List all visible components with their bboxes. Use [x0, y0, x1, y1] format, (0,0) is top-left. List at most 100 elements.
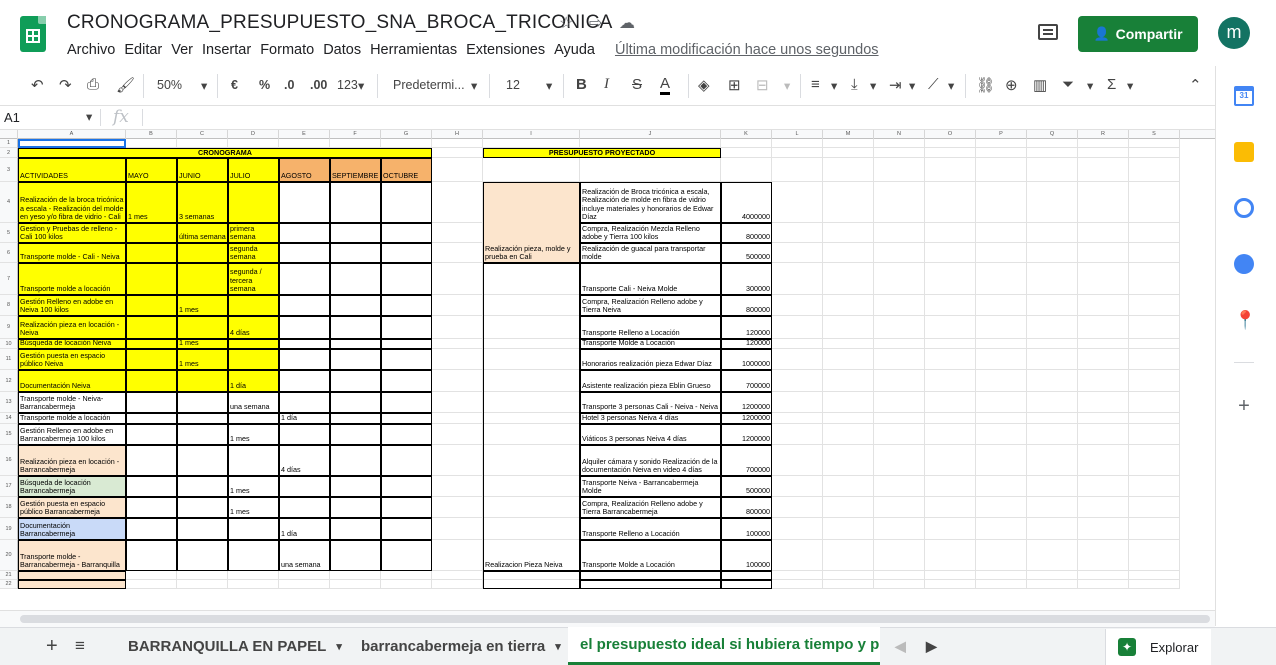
collapse-toolbar-icon[interactable]: ⌃ [1189, 76, 1202, 94]
text-wrap-icon[interactable]: ⇥ [889, 76, 902, 94]
schedule-cell[interactable] [279, 370, 330, 392]
budget-item-value[interactable]: 300000 [721, 263, 772, 295]
activity-cell[interactable]: Transporte molde - Neiva-Barrancabermeja [18, 392, 126, 413]
schedule-cell[interactable] [126, 263, 177, 295]
column-header[interactable]: C [177, 130, 228, 139]
empty-cell[interactable] [1078, 445, 1129, 476]
schedule-cell[interactable] [381, 497, 432, 518]
empty-cell[interactable] [874, 370, 925, 392]
schedule-cell[interactable] [126, 518, 177, 540]
menu-ayuda[interactable]: Ayuda [554, 42, 595, 60]
schedule-cell[interactable] [330, 316, 381, 339]
zoom-select[interactable]: 50% [157, 78, 182, 92]
empty-cell[interactable] [381, 571, 432, 580]
budget-item-value[interactable]: 120000 [721, 339, 772, 349]
zoom-chevron-down-icon[interactable]: ▾ [201, 78, 207, 93]
empty-cell[interactable] [1129, 148, 1180, 158]
budget-item-value[interactable]: 700000 [721, 445, 772, 476]
header-septiembre[interactable]: SEPTIEMBRE [330, 158, 381, 182]
row-header[interactable]: 15 [0, 424, 18, 445]
empty-cell[interactable] [925, 316, 976, 339]
schedule-cell[interactable] [330, 349, 381, 370]
row-header[interactable]: 3 [0, 158, 18, 182]
filter-chevron-down-icon[interactable]: ▾ [1087, 78, 1093, 93]
empty-cell[interactable] [925, 295, 976, 316]
empty-cell[interactable] [1078, 295, 1129, 316]
functions-chevron-down-icon[interactable]: ▾ [1127, 78, 1133, 93]
schedule-cell[interactable] [177, 445, 228, 476]
borders-icon[interactable]: ⊞ [728, 76, 741, 94]
schedule-value[interactable]: 1 día [228, 370, 279, 392]
empty-cell[interactable] [1129, 339, 1180, 349]
empty-cell[interactable] [874, 413, 925, 424]
activity-cell[interactable]: Búsqueda de locación Neiva [18, 339, 126, 349]
empty-cell[interactable] [823, 223, 874, 243]
empty-cell[interactable] [823, 540, 874, 571]
filter-icon[interactable]: ⏷ [1062, 76, 1074, 93]
scroll-tabs-left-icon[interactable]: ◀ [895, 627, 906, 665]
empty-cell[interactable] [432, 476, 483, 497]
schedule-cell[interactable] [126, 497, 177, 518]
row-header[interactable]: 18 [0, 497, 18, 518]
empty-cell[interactable] [823, 476, 874, 497]
header-mayo[interactable]: MAYO [126, 158, 177, 182]
empty-cell[interactable] [925, 148, 976, 158]
schedule-value[interactable]: 4 días [279, 445, 330, 476]
row-header[interactable]: 17 [0, 476, 18, 497]
empty-cell[interactable] [925, 424, 976, 445]
empty-cell[interactable] [1027, 571, 1078, 580]
schedule-cell[interactable] [279, 316, 330, 339]
empty-cell[interactable] [925, 518, 976, 540]
column-header[interactable]: G [381, 130, 432, 139]
last-modified-link[interactable]: Última modificación hace unos segundos [615, 42, 879, 60]
empty-cell[interactable] [432, 370, 483, 392]
schedule-cell[interactable] [330, 445, 381, 476]
empty-cell[interactable] [1027, 182, 1078, 223]
select-all-corner[interactable] [0, 130, 18, 139]
empty-cell[interactable] [772, 316, 823, 339]
schedule-cell[interactable] [279, 349, 330, 370]
schedule-value[interactable]: una semana [228, 392, 279, 413]
text-rotation-icon[interactable]: ⟋ [928, 76, 939, 93]
empty-cell[interactable] [126, 571, 177, 580]
budget-item-value[interactable]: 1000000 [721, 349, 772, 370]
font-family-select[interactable]: Predetermi... [393, 78, 465, 92]
menu-archivo[interactable]: Archivo [67, 42, 115, 60]
schedule-cell[interactable] [279, 392, 330, 413]
contacts-icon[interactable] [1234, 254, 1254, 274]
empty-cell[interactable] [823, 139, 874, 148]
empty-cell[interactable] [1078, 476, 1129, 497]
add-sheet-icon[interactable]: + [46, 627, 58, 665]
empty-cell[interactable] [1027, 392, 1078, 413]
empty-cell[interactable] [976, 158, 1027, 182]
column-header[interactable]: J [580, 130, 721, 139]
empty-cell[interactable] [432, 580, 483, 589]
more-formats-chevron-down-icon[interactable]: ▾ [358, 78, 364, 93]
sheets-logo-icon[interactable] [20, 16, 46, 52]
row-header[interactable]: 22 [0, 580, 18, 589]
column-header[interactable]: E [279, 130, 330, 139]
budget-item-value[interactable] [721, 571, 772, 580]
empty-cell[interactable] [976, 424, 1027, 445]
column-header[interactable]: I [483, 130, 580, 139]
empty-cell[interactable] [432, 497, 483, 518]
schedule-cell[interactable] [381, 445, 432, 476]
empty-cell[interactable] [925, 580, 976, 589]
cronograma-title[interactable]: CRONOGRAMA [18, 148, 432, 158]
empty-cell[interactable] [772, 445, 823, 476]
presupuesto-title[interactable]: PRESUPUESTO PROYECTADO [483, 148, 721, 158]
budget-item-value[interactable]: 500000 [721, 243, 772, 263]
empty-cell[interactable] [1078, 571, 1129, 580]
empty-cell[interactable] [1129, 424, 1180, 445]
schedule-cell[interactable] [279, 223, 330, 243]
empty-cell[interactable] [1078, 413, 1129, 424]
empty-cell[interactable] [721, 148, 772, 158]
tab-barrancabermeja-en-tierra[interactable]: barrancabermeja en tierra ▾ [347, 627, 575, 665]
empty-cell[interactable] [874, 339, 925, 349]
empty-cell[interactable] [925, 139, 976, 148]
schedule-cell[interactable] [330, 223, 381, 243]
schedule-cell[interactable] [126, 223, 177, 243]
row-header[interactable]: 1 [0, 139, 18, 148]
empty-cell[interactable] [823, 571, 874, 580]
schedule-value[interactable]: 1 día [279, 413, 330, 424]
